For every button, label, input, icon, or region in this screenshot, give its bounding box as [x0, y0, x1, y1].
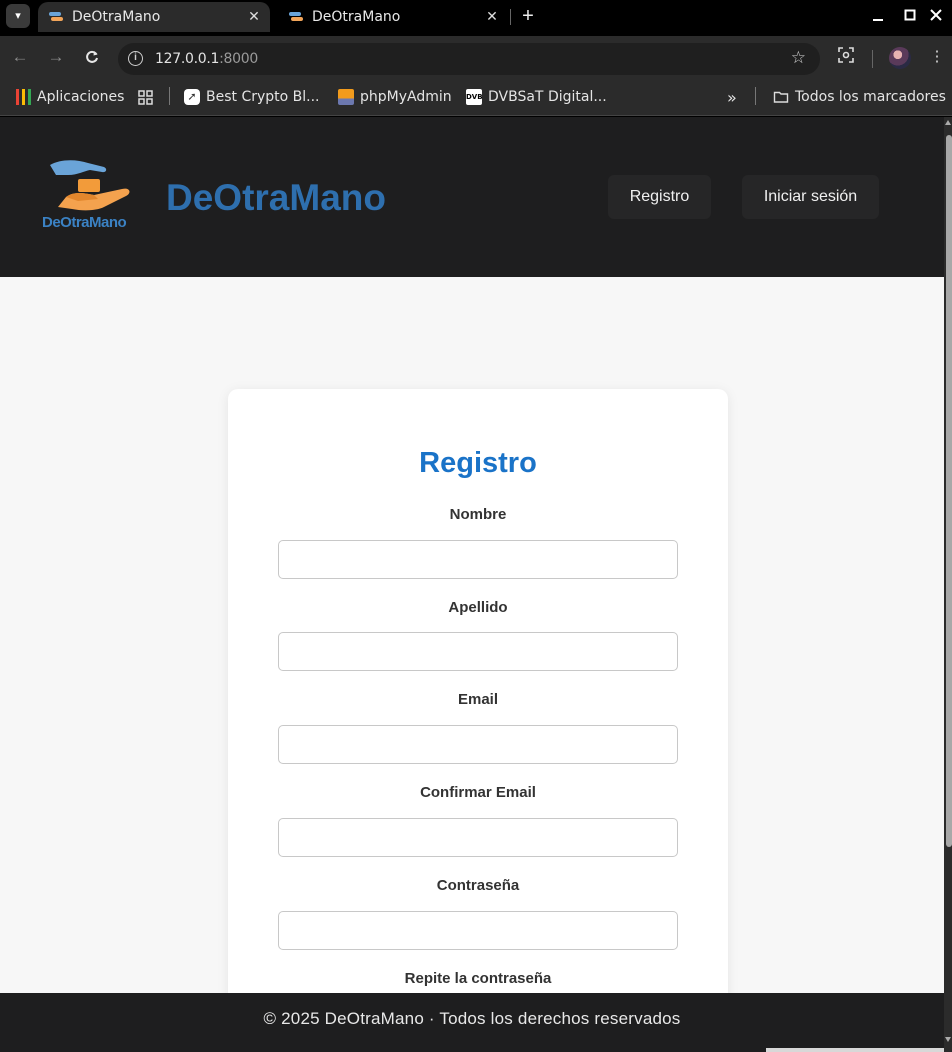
bookmark-label: Best Crypto Bl... — [206, 89, 320, 105]
email-input[interactable] — [278, 725, 678, 764]
bookmark-phpmyadmin[interactable]: phpMyAdmin — [338, 87, 452, 107]
scrollbar-thumb[interactable] — [946, 135, 952, 847]
forward-arrow-icon[interactable]: → — [45, 46, 67, 68]
bookmark-divider — [755, 87, 756, 105]
confirm-email-input[interactable] — [278, 818, 678, 857]
site-brand-title[interactable]: DeOtraMano — [166, 177, 386, 219]
back-arrow-icon[interactable]: ← — [9, 46, 31, 68]
browser-toolbar: ← → i 127.0.0.1:8000 ☆ ⋮ — [0, 36, 952, 81]
site-info-icon[interactable]: i — [128, 51, 143, 66]
scroll-down-arrow-icon[interactable] — [945, 1037, 951, 1042]
folder-icon — [773, 89, 789, 105]
tab-close-icon[interactable]: ✕ — [482, 9, 502, 25]
tab-deotramano-active[interactable]: DeOtraMano ✕ — [38, 2, 270, 32]
site-logo[interactable]: DeOtraMano — [38, 157, 142, 233]
site-favicon-icon — [289, 12, 303, 22]
url-text: 127.0.0.1:8000 — [155, 51, 258, 67]
tab-groups-icon[interactable] — [138, 87, 153, 107]
password-input[interactable] — [278, 911, 678, 950]
bookmark-label: DVBSaT Digital... — [488, 89, 607, 105]
nombre-label: Nombre — [449, 506, 507, 523]
tab-title: DeOtraMano — [72, 9, 161, 25]
kebab-menu-icon[interactable]: ⋮ — [926, 47, 948, 65]
tab-deotramano[interactable]: DeOtraMano ✕ — [278, 2, 508, 32]
page-viewport: DeOtraMano DeOtraMano Registro Iniciar s… — [0, 117, 944, 1052]
tab-title: DeOtraMano — [312, 9, 401, 25]
site-favicon-icon — [49, 12, 63, 22]
login-button[interactable]: Iniciar sesión — [742, 175, 879, 219]
repeat-password-label: Repite la contraseña — [404, 970, 552, 987]
form-title: Registro — [419, 447, 537, 479]
tab-strip: ▾ DeOtraMano ✕ DeOtraMano ✕ + — [0, 0, 952, 36]
toolbar-divider — [872, 50, 873, 68]
rocket-icon: ➚ — [184, 89, 200, 105]
apps-grid-icon — [16, 89, 31, 105]
nombre-input[interactable] — [278, 540, 678, 579]
confirm-email-label: Confirmar Email — [420, 784, 536, 801]
dvb-icon: DVB — [466, 89, 483, 105]
page-scrollbar[interactable] — [944, 117, 952, 1052]
apellido-label: Apellido — [448, 599, 508, 616]
tab-close-icon[interactable]: ✕ — [244, 9, 264, 25]
apellido-input[interactable] — [278, 632, 678, 671]
site-footer: © 2025 DeOtraMano · Todos los derechos r… — [0, 993, 944, 1052]
email-label: Email — [457, 691, 499, 708]
register-form-card: Registro Nombre Apellido Email Confirmar… — [228, 389, 728, 1029]
bookmark-apps[interactable]: Aplicaciones — [16, 87, 124, 107]
screenshot-lens-icon[interactable] — [835, 47, 857, 67]
hands-logo-icon — [50, 160, 130, 211]
maximize-icon[interactable] — [898, 4, 922, 28]
all-bookmarks-button[interactable]: Todos los marcadores — [773, 87, 946, 107]
bookmark-label: Aplicaciones — [37, 89, 125, 105]
new-tab-button[interactable]: + — [517, 4, 539, 28]
tab-search-button[interactable]: ▾ — [6, 4, 30, 28]
close-window-icon[interactable] — [924, 4, 948, 28]
horizontal-scroll-edge — [766, 1048, 944, 1052]
bookmark-best-crypto[interactable]: ➚ Best Crypto Bl... — [184, 87, 320, 107]
password-label: Contraseña — [436, 877, 520, 894]
phpmyadmin-icon — [338, 89, 354, 105]
scroll-up-arrow-icon[interactable] — [945, 120, 951, 125]
address-bar[interactable]: i 127.0.0.1:8000 ☆ — [118, 43, 820, 75]
bookmark-label: phpMyAdmin — [360, 89, 452, 105]
logo-wordmark: DeOtraMano — [42, 214, 127, 231]
minimize-icon[interactable] — [866, 4, 890, 28]
reload-icon[interactable] — [81, 46, 103, 68]
tab-divider — [510, 9, 511, 25]
bookmark-label: Todos los marcadores — [795, 89, 946, 105]
bookmark-divider — [169, 87, 170, 105]
bookmark-dvbsat[interactable]: DVB DVBSaT Digital... — [466, 87, 607, 107]
register-button[interactable]: Registro — [608, 175, 711, 219]
bookmark-star-icon[interactable]: ☆ — [791, 48, 806, 68]
profile-avatar[interactable] — [889, 47, 911, 69]
bookmarks-overflow-button[interactable]: » — [727, 87, 737, 107]
site-header: DeOtraMano DeOtraMano Registro Iniciar s… — [0, 117, 944, 277]
bookmarks-bar: Aplicaciones ➚ Best Crypto Bl... phpMyAd… — [0, 81, 952, 116]
